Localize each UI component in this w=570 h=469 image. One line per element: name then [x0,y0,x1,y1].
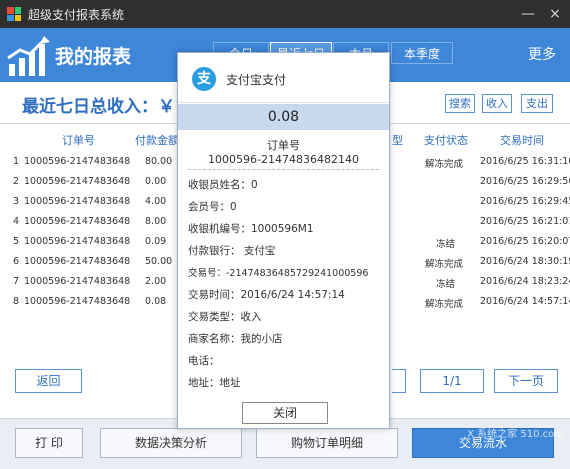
cashier-name-field: 收银员姓名：0 [188,179,258,191]
income-filter-button[interactable]: 收入 [482,94,512,113]
column-amount: 付款金额 [135,134,179,147]
payment-detail-dialog: 支 支付宝支付 0.08 订单号 1000596-21474836482140 … [177,52,390,429]
dialog-title: 支付宝支付 [226,73,287,87]
column-time: 交易时间 [500,134,544,147]
row-status: 解冻完成 [425,299,464,310]
row-amount: 0.00 [145,176,167,187]
page-indicator: 1/1 [420,369,484,393]
row-order-number: 1000596-214748364877 [24,216,130,227]
row-order-number: 1000596-214748364840 [24,236,130,247]
close-window-button[interactable]: × [545,4,565,24]
data-analysis-button[interactable]: 数据决策分析 [100,428,242,458]
transaction-id-field: 交易号：-21474836485729241000596 [188,268,369,279]
row-amount: 8.00 [145,216,167,227]
row-order-number: 1000596-214748364818 [24,176,130,187]
window-title: 超级支付报表系统 [28,8,125,22]
alipay-icon: 支 [192,67,216,91]
minimize-button[interactable]: — [518,4,538,24]
member-number-field: 会员号：0 [188,201,237,213]
row-amount: 0.09 [145,236,167,247]
row-time: 2016/6/24 18:23:24 [480,276,570,287]
app-logo-icon [7,7,21,21]
row-index: 3 [13,196,20,207]
row-index: 8 [13,296,20,307]
watermark: X 系统之家 510.com [467,429,564,440]
row-order-number: 1000596-214748364856 [24,156,130,167]
row-index: 2 [13,176,20,187]
row-status: 冻结 [436,279,456,290]
row-order-number: 1000596-214748364896 [24,256,130,267]
phone-field: 电话： [188,355,220,367]
row-amount: 2.00 [145,276,167,287]
row-index: 7 [13,276,20,287]
back-button[interactable]: 返回 [15,369,82,393]
prev-page-button[interactable] [392,369,406,393]
row-order-number: 1000596-214748364821 [24,296,130,307]
transaction-time-field: 交易时间：2016/6/24 14:57:14 [188,289,345,301]
row-amount: 0.08 [145,296,167,307]
order-detail-button[interactable]: 购物订单明细 [256,428,398,458]
search-button[interactable]: 搜索 [445,94,475,113]
row-time: 2016/6/25 16:20:07 [480,236,570,247]
row-time: 2016/6/25 16:31:10 [480,156,570,167]
row-time: 2016/6/25 16:21:01 [480,216,570,227]
transaction-type-field: 交易类型：收入 [188,311,262,323]
column-status: 支付状态 [424,134,468,147]
row-status: 冻结 [436,239,456,250]
row-order-number: 1000596-214748364878 [24,276,130,287]
row-amount: 80.00 [145,156,173,167]
row-time: 2016/6/25 16:29:56 [480,176,570,187]
column-type: 型 [392,134,403,147]
page-title: 我的报表 [55,46,132,68]
payment-amount: 0.08 [178,104,389,130]
row-index: 4 [13,216,20,227]
row-status: 解冻完成 [425,159,464,170]
row-time: 2016/6/24 14:57:14 [480,296,570,307]
row-time: 2016/6/25 16:29:45 [480,196,570,207]
row-status: 解冻完成 [425,259,464,270]
more-link[interactable]: 更多 [528,44,556,64]
print-button[interactable]: 打 印 [15,428,83,458]
total-income-label: 最近七日总收入：￥1 [22,97,187,117]
address-field: 地址：地址 [188,377,241,389]
title-bar: 超级支付报表系统 — × [0,0,570,28]
row-amount: 50.00 [145,256,173,267]
order-number-label: 订单号 [267,139,300,152]
order-number-value: 1000596-21474836482140 [208,153,359,166]
tab-this-quarter[interactable]: 本季度 [391,42,453,64]
register-number-field: 收银机编号：1000596M1 [188,223,314,235]
payment-bank-field: 付款银行： 支付宝 [188,245,276,257]
row-index: 6 [13,256,20,267]
next-page-button[interactable]: 下一页 [494,369,558,393]
row-time: 2016/6/24 18:30:19 [480,256,570,267]
divider [188,169,379,170]
row-order-number: 1000596-214748364896 [24,196,130,207]
expense-filter-button[interactable]: 支出 [521,94,553,113]
dialog-header: 支 支付宝支付 [178,53,389,103]
trend-chart-icon [7,36,50,76]
column-order-number: 订单号 [62,134,95,147]
row-index: 5 [13,236,20,247]
row-index: 1 [13,156,20,167]
merchant-name-field: 商家名称：我的小店 [188,333,283,345]
row-amount: 4.00 [145,196,167,207]
close-dialog-button[interactable]: 关闭 [242,402,328,424]
